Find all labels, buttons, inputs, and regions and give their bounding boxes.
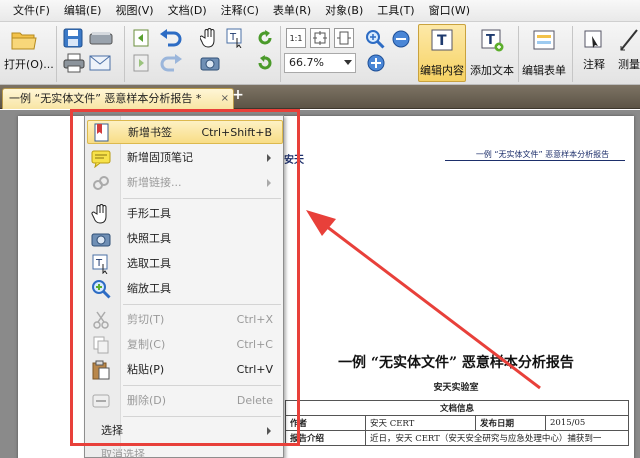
open-button[interactable] bbox=[10, 27, 38, 53]
annotate-label[interactable]: 注释 bbox=[574, 56, 614, 72]
redo-button[interactable] bbox=[156, 52, 186, 74]
fit-width-button[interactable] bbox=[334, 28, 354, 48]
document-tab[interactable]: 一例 “无实体文件” 恶意样本分析报告 * × bbox=[2, 88, 234, 109]
hand-icon bbox=[200, 28, 215, 48]
zoom-in-tool-button[interactable] bbox=[364, 28, 386, 50]
rotate-left-icon bbox=[258, 30, 272, 45]
save-icon bbox=[63, 28, 83, 48]
table-row: 文档信息 bbox=[285, 400, 629, 416]
document-title: 一例 “无实体文件” 恶意样本分析报告 bbox=[338, 355, 574, 371]
document-running-header: 一例 “无实体文件” 恶意样本分析报告 bbox=[475, 150, 610, 159]
zoom-value: 66.7% bbox=[289, 56, 324, 69]
measure-icon bbox=[620, 29, 638, 51]
undo-button[interactable] bbox=[156, 27, 186, 49]
toolbar-separator bbox=[124, 26, 125, 82]
svg-text:T: T bbox=[437, 33, 447, 49]
new-tab-button[interactable]: + bbox=[231, 88, 245, 102]
table-cell: 近日，安天 CERT（安天安全研究与应急处理中心）捕获到一 bbox=[365, 430, 629, 446]
menu-document[interactable]: 文档(D) bbox=[161, 0, 214, 22]
menu-comment[interactable]: 注释(C) bbox=[214, 0, 266, 22]
annotate-button[interactable] bbox=[580, 26, 608, 54]
document-tab-label: 一例 “无实体文件” 恶意样本分析报告 * bbox=[9, 92, 202, 105]
fit-page-button[interactable] bbox=[310, 28, 330, 48]
table-row: 报告介绍 近日，安天 CERT（安天安全研究与应急处理中心）捕获到一 bbox=[285, 430, 629, 446]
menu-file[interactable]: 文件(F) bbox=[6, 0, 57, 22]
save-button[interactable] bbox=[62, 27, 84, 49]
actual-size-icon: 1:1 bbox=[289, 33, 303, 43]
svg-text:T: T bbox=[229, 32, 237, 43]
camera-icon bbox=[200, 57, 220, 71]
add-text-icon: T bbox=[481, 29, 504, 52]
fit-page-icon bbox=[313, 31, 327, 45]
hand-tool-button[interactable] bbox=[198, 27, 220, 49]
document-subtitle: 安天实验室 bbox=[433, 383, 479, 393]
folder-icon bbox=[11, 32, 37, 50]
menu-window[interactable]: 窗口(W) bbox=[422, 0, 477, 22]
header-rule bbox=[445, 160, 625, 161]
edit-content-icon-wrap: T bbox=[428, 26, 456, 54]
measure-button[interactable] bbox=[618, 26, 640, 54]
zoom-select[interactable]: 66.7% bbox=[284, 53, 356, 73]
toolbar-separator bbox=[280, 26, 281, 82]
zoom-out-button[interactable] bbox=[390, 28, 412, 50]
snapshot-button[interactable] bbox=[198, 52, 222, 74]
printer-icon bbox=[63, 53, 85, 73]
email-button[interactable] bbox=[88, 52, 112, 74]
zoom-in-button[interactable] bbox=[366, 53, 386, 73]
annotate-icon bbox=[584, 30, 602, 48]
first-page-icon bbox=[133, 29, 149, 47]
last-page-icon bbox=[133, 54, 149, 72]
toolbar-separator bbox=[56, 26, 57, 82]
mail-icon bbox=[89, 55, 111, 71]
document-tab-bar: 一例 “无实体文件” 恶意样本分析报告 * × + bbox=[0, 85, 640, 109]
measure-label[interactable]: 测量 bbox=[618, 56, 640, 72]
svg-text:T: T bbox=[486, 33, 495, 48]
edit-form-button[interactable] bbox=[530, 26, 558, 54]
table-cell: 发布日期 bbox=[475, 415, 546, 431]
edit-form-icon bbox=[533, 30, 555, 50]
table-cell: 2015/05 bbox=[545, 415, 629, 431]
menu-edit[interactable]: 编辑(E) bbox=[57, 0, 109, 22]
edit-form-label[interactable]: 编辑表单 bbox=[518, 62, 570, 78]
redo-icon bbox=[160, 54, 182, 72]
rotate-right-icon bbox=[258, 55, 272, 70]
close-icon[interactable]: × bbox=[221, 89, 229, 109]
menu-view[interactable]: 视图(V) bbox=[108, 0, 160, 22]
rotate-right-button[interactable] bbox=[254, 52, 276, 74]
table-row: 作者 安天 CERT 发布日期 2015/05 bbox=[285, 415, 629, 431]
fit-width-icon bbox=[337, 31, 351, 45]
select-text-button[interactable]: T bbox=[224, 27, 246, 49]
table-cell: 安天 CERT bbox=[365, 415, 476, 431]
highlight-box bbox=[70, 109, 300, 446]
open-label[interactable]: 打开(O)... bbox=[4, 56, 54, 72]
select-text-icon: T bbox=[226, 28, 242, 48]
scanner-icon bbox=[89, 32, 113, 45]
menu-object[interactable]: 对象(B) bbox=[318, 0, 370, 22]
document-info-table: 文档信息 作者 安天 CERT 发布日期 2015/05 报告介绍 近日，安天 … bbox=[285, 400, 629, 446]
add-text-label[interactable]: 添加文本 bbox=[466, 62, 518, 78]
zoom-out-icon bbox=[392, 30, 410, 48]
chevron-down-icon bbox=[344, 60, 352, 65]
undo-icon bbox=[160, 29, 182, 47]
scanner-button[interactable] bbox=[88, 28, 116, 48]
edit-content-label: 编辑内容 bbox=[420, 64, 464, 77]
zoom-in-icon bbox=[367, 54, 385, 72]
actual-size-button[interactable]: 1:1 bbox=[286, 28, 306, 48]
menu-bar: 文件(F) 编辑(E) 视图(V) 文档(D) 注释(C) 表单(R) 对象(B… bbox=[0, 0, 640, 22]
rotate-left-button[interactable] bbox=[254, 27, 276, 49]
print-button[interactable] bbox=[62, 52, 86, 74]
add-text-button[interactable]: T bbox=[478, 26, 506, 54]
magnifier-icon bbox=[366, 30, 385, 49]
last-page-button[interactable] bbox=[130, 52, 152, 74]
menu-tools[interactable]: 工具(T) bbox=[370, 0, 421, 22]
first-page-button[interactable] bbox=[130, 27, 152, 49]
toolbar-separator bbox=[572, 26, 573, 82]
menu-form[interactable]: 表单(R) bbox=[266, 0, 318, 22]
table-section-title: 文档信息 bbox=[285, 400, 629, 416]
edit-content-icon: T bbox=[431, 29, 453, 51]
